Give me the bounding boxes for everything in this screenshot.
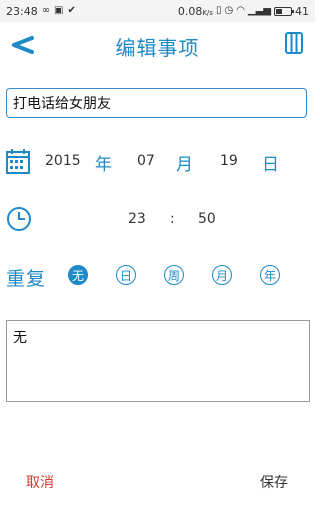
repeat-option-yearly[interactable]: 年 — [260, 265, 280, 285]
repeat-option-none[interactable]: 无 — [68, 265, 88, 285]
vibrate-icon: ▯ — [215, 5, 222, 16]
minute-value[interactable]: 50 — [198, 211, 216, 227]
clock-icon[interactable] — [6, 206, 32, 232]
battery-icon — [274, 6, 294, 16]
check-circle-icon: ✔ — [67, 5, 76, 16]
signal-icon: ▁▃▅ — [247, 5, 271, 16]
note-text: 无 — [13, 330, 27, 346]
calendar-icon[interactable] — [6, 148, 30, 174]
menu-bars-icon — [285, 32, 303, 54]
alarm-icon: ◷ — [224, 5, 234, 16]
cancel-button[interactable]: 取消 — [26, 472, 54, 492]
note-textarea[interactable]: 无 — [6, 320, 310, 402]
repeat-option-weekly[interactable]: 周 — [164, 265, 184, 285]
year-value[interactable]: 2015 — [45, 153, 81, 169]
time-row: 23 : 50 — [0, 204, 315, 236]
date-row: 2015 年 07 月 19 日 — [0, 144, 315, 178]
month-value[interactable]: 07 — [137, 153, 155, 169]
repeat-row: 重复 无 日 周 月 年 — [0, 260, 315, 294]
event-title-input[interactable] — [6, 88, 307, 118]
year-unit: 年 — [95, 155, 112, 175]
day-value[interactable]: 19 — [220, 153, 238, 169]
image-icon: ▣ — [54, 5, 64, 16]
save-button[interactable]: 保存 — [260, 472, 288, 492]
data-rate: 0.08K/s — [177, 4, 213, 18]
battery-percent: 41 — [295, 4, 309, 18]
infinity-icon: ∞ — [41, 5, 51, 16]
menu-button[interactable] — [285, 32, 303, 54]
wifi-icon: ◠ — [236, 5, 245, 16]
page-title: 编辑事项 — [115, 36, 200, 60]
repeat-option-daily[interactable]: 日 — [116, 265, 136, 285]
status-bar: 23:48 ∞ ▣ ✔ 0.08K/s ▯ ◷ ◠ ▁▃▅ 41 — [0, 0, 315, 22]
repeat-label: 重复 — [6, 268, 47, 290]
status-time: 23:48 — [6, 4, 38, 18]
status-bar-left: 23:48 ∞ ▣ ✔ — [6, 5, 76, 18]
hour-value[interactable]: 23 — [128, 211, 146, 227]
day-unit: 日 — [262, 155, 279, 175]
repeat-option-monthly[interactable]: 月 — [212, 265, 232, 285]
month-unit: 月 — [176, 155, 193, 175]
status-bar-right: 0.08K/s ▯ ◷ ◠ ▁▃▅ 41 — [178, 5, 309, 18]
title-bar: 编辑事项 — [0, 22, 315, 68]
time-separator: : — [170, 211, 175, 227]
